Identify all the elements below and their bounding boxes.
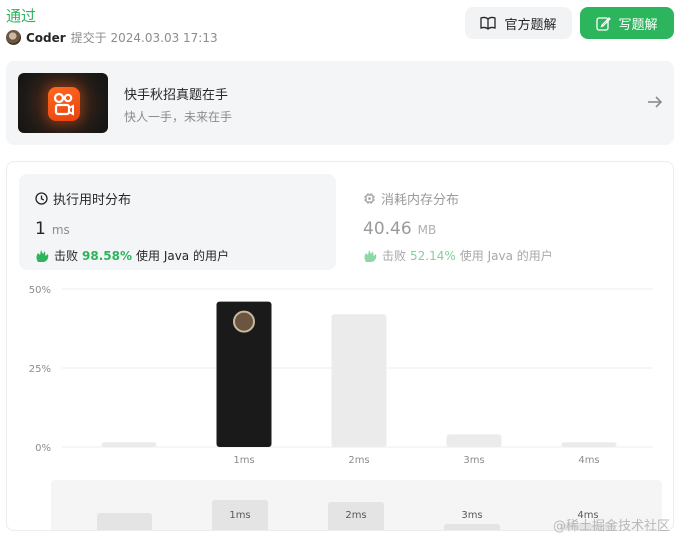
clap-icon [364,249,377,262]
runtime-beats-percent: 98.58% [82,248,132,263]
overview-label: 1ms [229,510,250,521]
banner-subtitle: 快人一手，未来在手 [124,110,233,124]
runtime-value: 1 [35,219,46,239]
memory-chip-icon [364,193,375,204]
runtime-title: 执行用时分布 [53,193,132,208]
overview-bar [444,524,500,530]
edit-icon [596,16,612,31]
submitted-time: 提交于 2024.03.03 17:13 [70,31,218,45]
x-tick-label: 4ms [578,455,599,466]
distribution-card: 执行用时分布 1 ms 击败 98.58% 使用 Java 的用户 消耗内存分布… [6,161,674,531]
x-tick-label: 1ms [233,455,254,466]
memory-unit: MB [417,223,437,237]
banner-image [18,73,108,133]
bar [101,442,157,447]
clock-icon [35,192,48,205]
avatar[interactable] [6,30,21,45]
avatar [233,310,255,333]
promo-banner[interactable]: 快手秋招真题在手 快人一手，未来在手 [6,61,674,145]
book-icon [480,16,497,30]
overview-bar [97,513,152,530]
watermark: @稀土掘金技术社区 [553,519,671,534]
submitter-info: Coder 提交于 2024.03.03 17:13 [6,29,218,46]
overview-label: 2ms [345,510,366,521]
official-solution-button[interactable]: 官方题解 [465,7,572,39]
bar [561,442,617,447]
overview-label: 3ms [461,510,482,521]
memory-tab[interactable]: 消耗内存分布 40.46 MB 击败 52.14% 使用 Java 的用户 [361,174,661,270]
runtime-distribution-chart[interactable]: 50%25%0%1ms 2ms 3ms 4ms1ms 2ms 3ms 4ms [7,277,673,531]
memory-title: 消耗内存分布 [381,193,460,208]
clap-icon [36,249,49,262]
banner-title: 快手秋招真题在手 [124,88,229,103]
bar [446,434,502,447]
memory-beats-percent: 52.14% [410,248,456,263]
memory-value: 40.46 [363,219,412,239]
x-tick-label: 3ms [463,455,484,466]
runtime-unit: ms [51,223,70,237]
kuaishou-logo [48,87,80,121]
x-tick-label: 2ms [348,455,369,466]
runtime-tab[interactable]: 执行用时分布 1 ms 击败 98.58% 使用 Java 的用户 [19,174,336,270]
submission-status: 通过 [6,7,37,25]
bar [331,314,387,447]
y-tick-label: 0% [35,443,51,454]
arrow-right-icon[interactable] [646,93,664,111]
write-solution-button[interactable]: 写题解 [580,7,674,39]
username[interactable]: Coder [26,31,66,45]
y-tick-label: 25% [29,364,51,375]
y-tick-label: 50% [29,285,51,296]
